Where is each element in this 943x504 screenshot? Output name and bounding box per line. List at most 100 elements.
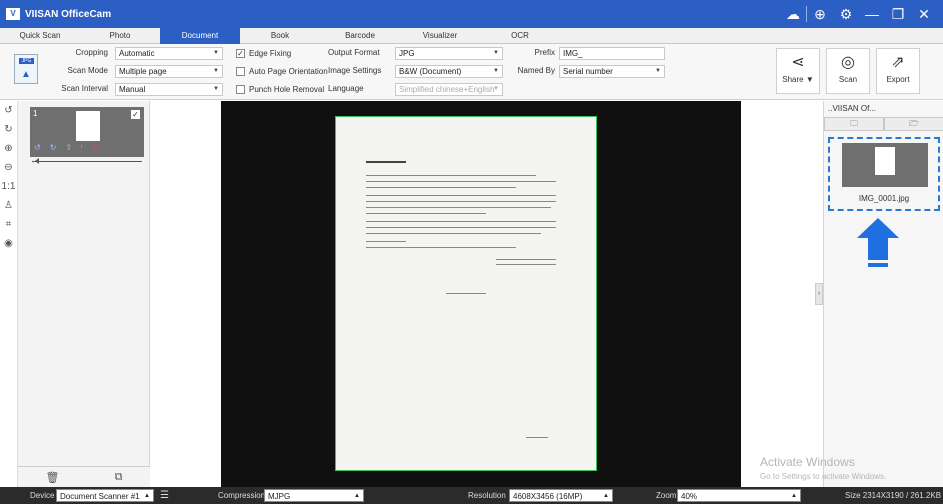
chevron-up-icon: ▲ [354, 493, 360, 499]
zoom-in-icon[interactable]: ⊕ [0, 139, 17, 158]
auto-page-orientation-checkbox[interactable]: Auto Page Orientation [236, 67, 328, 76]
language-select: Simplified chinese+English ▼ [395, 83, 503, 96]
settings-ribbon: JPG ▲ Cropping Automatic ▼ Scan Mode Mult… [0, 44, 943, 100]
document-viewer[interactable] [221, 101, 741, 487]
text-line [366, 181, 556, 182]
footer-line [526, 437, 548, 438]
tab-book[interactable]: Book [240, 28, 320, 44]
scanned-page [335, 116, 597, 471]
image-size-info: Size 2314X3190 / 261.2KB [845, 491, 942, 500]
cloud-icon[interactable]: ☁ [780, 6, 806, 23]
image-icon: ▲ [21, 69, 31, 80]
tab-barcode[interactable]: Barcode [320, 28, 400, 44]
tab-quick-scan[interactable]: Quick Scan [0, 28, 80, 44]
compression-value: MJPG [268, 492, 291, 501]
rotate-right-icon[interactable]: ↻ [0, 120, 17, 139]
image-settings-select[interactable]: B&W (Document) ▼ [395, 65, 503, 78]
scan-interval-label: Scan Interval [61, 84, 108, 93]
text-line [366, 195, 556, 196]
cropping-value: Automatic [119, 49, 155, 58]
browse-folder-icon[interactable]: 🗁 [884, 117, 943, 131]
page-heading-line [366, 161, 406, 163]
image-settings-label: Image Settings [328, 66, 382, 75]
zoom-value: 40% [681, 492, 698, 501]
named-by-select[interactable]: Serial number ▼ [559, 65, 665, 78]
checkbox-unchecked-icon [236, 85, 245, 94]
prefix-label: Prefix [534, 48, 555, 57]
text-line [366, 213, 486, 214]
actual-size-icon[interactable]: 1:1 [0, 177, 17, 196]
edge-fixing-checkbox[interactable]: ✓ Edge Fixing [236, 49, 291, 58]
tab-document[interactable]: Document [160, 28, 240, 44]
prefix-input[interactable]: IMG_ [559, 47, 665, 60]
collapse-panel-button[interactable]: › [815, 283, 823, 305]
tab-ocr[interactable]: OCR [480, 28, 560, 44]
cropping-label: Cropping [75, 48, 108, 57]
chevron-down-icon: ▼ [213, 86, 219, 92]
page-preview [875, 147, 895, 175]
scan-interval-select[interactable]: Manual ▼ [115, 83, 223, 96]
punch-hole-removal-checkbox[interactable]: Punch Hole Removal [236, 85, 324, 94]
open-folder-icon[interactable]: 🗀 [824, 117, 884, 131]
rotate-left-icon[interactable]: ↺ [0, 101, 17, 120]
chevron-down-icon: ▼ [213, 50, 219, 56]
text-line [366, 247, 516, 248]
jpg-badge: JPG [19, 58, 34, 64]
camera-icon: ◎ [841, 54, 855, 71]
page-thumbnail[interactable]: 1 ✓ ↺ ↻ ⇧ ⁱ ✕ [30, 107, 144, 157]
scan-mode-select[interactable]: Multiple page ▼ [115, 65, 223, 78]
scan-label: Scan [838, 75, 858, 84]
zoom-label: Zoom [656, 491, 677, 500]
copy-icon[interactable]: ⧉ [115, 471, 123, 484]
app-logo: V [6, 8, 20, 20]
settings-icon[interactable]: ⚙ [833, 6, 859, 23]
resolution-select[interactable]: 4608X3456 (16MP) ▲ [509, 489, 613, 502]
delete-icon[interactable]: ✕ [92, 143, 99, 152]
checkbox-checked-icon[interactable]: ✓ [131, 110, 140, 119]
named-by-value: Serial number [563, 67, 613, 76]
compression-label: Compression [218, 491, 266, 500]
stamp-icon[interactable]: ♙ [0, 196, 17, 215]
scan-button[interactable]: ◎ Scan [826, 48, 870, 94]
share-button[interactable]: ⋖ Share ▼ [776, 48, 820, 94]
info-icon[interactable]: ⁱ [81, 143, 82, 152]
chevron-up-icon: ▲ [791, 493, 797, 499]
export-button[interactable]: ⇗ Export [876, 48, 920, 94]
document-mode-icon: JPG ▲ [14, 54, 38, 84]
text-line [366, 233, 541, 234]
globe-icon[interactable]: ⊕ [807, 6, 833, 23]
device-select[interactable]: Document Scanner #1 ▲ [56, 489, 154, 502]
compression-select[interactable]: MJPG ▲ [264, 489, 364, 502]
language-label: Language [328, 84, 364, 93]
output-format-select[interactable]: JPG ▼ [395, 47, 503, 60]
export-label: Export [886, 75, 910, 84]
chevron-down-icon: ▼ [493, 68, 499, 74]
device-list-icon[interactable]: ☰ [160, 489, 169, 502]
device-value: Document Scanner #1 [60, 492, 140, 501]
resolution-value: 4608X3456 (16MP) [513, 492, 583, 501]
tab-visualizer[interactable]: Visualizer [400, 28, 480, 44]
rotate-right-icon[interactable]: ↻ [50, 143, 57, 152]
cropping-select[interactable]: Automatic ▼ [115, 47, 223, 60]
chevron-down-icon: ▼ [493, 50, 499, 56]
file-thumbnail-selected[interactable]: IMG_0001.jpg [828, 137, 940, 211]
close-icon[interactable]: ✕ [911, 6, 937, 23]
zoom-select[interactable]: 40% ▲ [677, 489, 801, 502]
text-line [366, 201, 556, 202]
tab-photo[interactable]: Photo [80, 28, 160, 44]
text-line [496, 259, 556, 260]
checkbox-unchecked-icon [236, 67, 245, 76]
edge-fixing-label: Edge Fixing [249, 49, 292, 58]
upload-icon[interactable]: ⇧ [65, 143, 72, 152]
trash-icon[interactable]: 🗑 [46, 471, 60, 484]
minimize-icon[interactable]: — [859, 6, 885, 22]
crop-icon[interactable]: ⌗ [0, 215, 17, 234]
rotate-left-icon[interactable]: ↺ [34, 143, 41, 152]
app-title: VIISAN OfficeCam [25, 8, 112, 20]
thumbnail-panel: 1 ✓ ↺ ↻ ⇧ ⁱ ✕ [18, 101, 150, 487]
thumbnail-size-slider[interactable] [32, 158, 142, 164]
chevron-down-icon: ▼ [655, 68, 661, 74]
zoom-out-icon[interactable]: ⊖ [0, 158, 17, 177]
webcam-icon[interactable]: ◉ [0, 234, 17, 253]
restore-icon[interactable]: ❐ [885, 6, 911, 23]
